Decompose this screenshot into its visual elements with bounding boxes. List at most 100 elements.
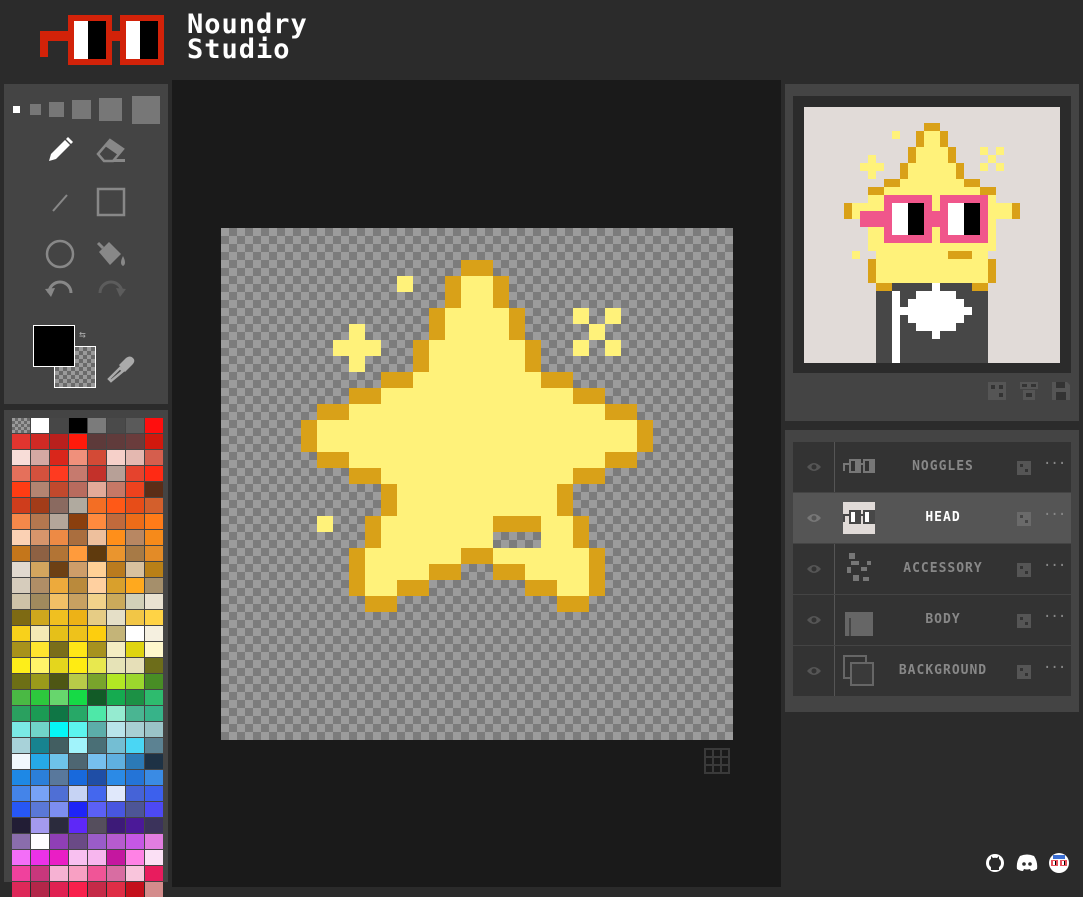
color-swatch[interactable]	[50, 498, 68, 513]
color-swatch[interactable]	[50, 562, 68, 577]
color-swatch[interactable]	[50, 546, 68, 561]
color-swatch[interactable]	[88, 658, 106, 673]
dice-icon[interactable]	[1017, 664, 1031, 679]
more-options-icon[interactable]: ···	[1043, 507, 1066, 523]
eyedropper-icon[interactable]	[101, 349, 141, 389]
color-swatch[interactable]	[88, 626, 106, 641]
color-swatch[interactable]	[145, 690, 163, 705]
color-swatch[interactable]	[145, 498, 163, 513]
github-icon[interactable]	[984, 852, 1006, 874]
color-swatch[interactable]	[145, 546, 163, 561]
color-swatch[interactable]	[126, 882, 144, 897]
color-swatch[interactable]	[145, 722, 163, 737]
layer-background[interactable]: BACKGROUND ···	[793, 646, 1071, 696]
color-swatch[interactable]	[145, 658, 163, 673]
grid-icon[interactable]	[704, 748, 730, 774]
swap-colors-icon[interactable]: ⇆	[79, 328, 86, 341]
color-swatch[interactable]	[107, 770, 125, 785]
color-swatch[interactable]	[88, 770, 106, 785]
color-swatch[interactable]	[126, 514, 144, 529]
color-swatch[interactable]	[50, 514, 68, 529]
color-swatch[interactable]	[69, 658, 87, 673]
color-swatch[interactable]	[126, 594, 144, 609]
color-swatch[interactable]	[107, 706, 125, 721]
color-swatch[interactable]	[69, 434, 87, 449]
fill-bucket-icon[interactable]	[91, 234, 131, 274]
color-swatch[interactable]	[12, 642, 30, 657]
color-swatch[interactable]	[69, 818, 87, 833]
color-swatch[interactable]	[31, 754, 49, 769]
color-swatch[interactable]	[107, 626, 125, 641]
color-swatch[interactable]	[88, 866, 106, 881]
dice-icon[interactable]	[1017, 511, 1031, 526]
color-swatch[interactable]	[50, 642, 68, 657]
color-swatch[interactable]	[126, 578, 144, 593]
color-swatch[interactable]	[107, 850, 125, 865]
color-swatch[interactable]	[145, 418, 163, 433]
color-swatch[interactable]	[31, 562, 49, 577]
color-swatch[interactable]	[107, 738, 125, 753]
color-swatch[interactable]	[50, 690, 68, 705]
color-swatch[interactable]	[107, 754, 125, 769]
color-swatch[interactable]	[69, 466, 87, 481]
color-swatch[interactable]	[69, 594, 87, 609]
color-swatch[interactable]	[50, 802, 68, 817]
color-swatch[interactable]	[50, 706, 68, 721]
color-swatch[interactable]	[88, 706, 106, 721]
color-swatch[interactable]	[12, 722, 30, 737]
color-swatch[interactable]	[31, 738, 49, 753]
transparent-swatch[interactable]	[12, 418, 30, 433]
color-swatch[interactable]	[69, 642, 87, 657]
color-swatch[interactable]	[69, 578, 87, 593]
more-options-icon[interactable]: ···	[1043, 456, 1066, 472]
color-swatch[interactable]	[69, 498, 87, 513]
color-swatch[interactable]	[107, 434, 125, 449]
color-swatch[interactable]	[69, 834, 87, 849]
color-swatch[interactable]	[31, 802, 49, 817]
color-swatch[interactable]	[126, 770, 144, 785]
color-swatch[interactable]	[31, 626, 49, 641]
color-swatch[interactable]	[88, 786, 106, 801]
color-swatch[interactable]	[145, 610, 163, 625]
color-swatch[interactable]	[88, 642, 106, 657]
color-swatch[interactable]	[107, 658, 125, 673]
color-swatch[interactable]	[126, 450, 144, 465]
color-swatch[interactable]	[12, 610, 30, 625]
layer-noggles[interactable]: NOGGLES ···	[793, 442, 1071, 492]
color-swatch[interactable]	[126, 418, 144, 433]
color-swatch[interactable]	[88, 834, 106, 849]
color-swatch[interactable]	[69, 722, 87, 737]
eraser-icon[interactable]	[91, 130, 131, 170]
color-swatch[interactable]	[88, 578, 106, 593]
color-swatch[interactable]	[107, 866, 125, 881]
color-swatch[interactable]	[12, 514, 30, 529]
color-swatch[interactable]	[88, 594, 106, 609]
eye-icon[interactable]	[793, 544, 835, 594]
color-swatch[interactable]	[145, 882, 163, 897]
color-swatch[interactable]	[50, 610, 68, 625]
color-swatch[interactable]	[107, 722, 125, 737]
color-swatch[interactable]	[88, 418, 106, 433]
color-swatch[interactable]	[145, 802, 163, 817]
color-swatch[interactable]	[126, 818, 144, 833]
color-swatch[interactable]	[107, 610, 125, 625]
redo-icon[interactable]	[91, 280, 131, 304]
color-swatch[interactable]	[69, 530, 87, 545]
color-swatch[interactable]	[88, 498, 106, 513]
color-swatch[interactable]	[50, 674, 68, 689]
color-swatch[interactable]	[31, 786, 49, 801]
eye-icon[interactable]	[793, 646, 835, 696]
color-swatch[interactable]	[50, 658, 68, 673]
color-swatch[interactable]	[50, 770, 68, 785]
color-swatch[interactable]	[126, 674, 144, 689]
color-swatch[interactable]	[12, 482, 30, 497]
pencil-icon[interactable]	[40, 130, 80, 170]
color-swatch[interactable]	[69, 786, 87, 801]
circle-icon[interactable]	[40, 234, 80, 274]
color-swatch[interactable]	[145, 562, 163, 577]
color-swatch[interactable]	[69, 514, 87, 529]
color-swatch[interactable]	[107, 834, 125, 849]
color-swatch[interactable]	[126, 802, 144, 817]
color-swatch[interactable]	[126, 642, 144, 657]
primary-color-swatch[interactable]	[33, 325, 75, 367]
